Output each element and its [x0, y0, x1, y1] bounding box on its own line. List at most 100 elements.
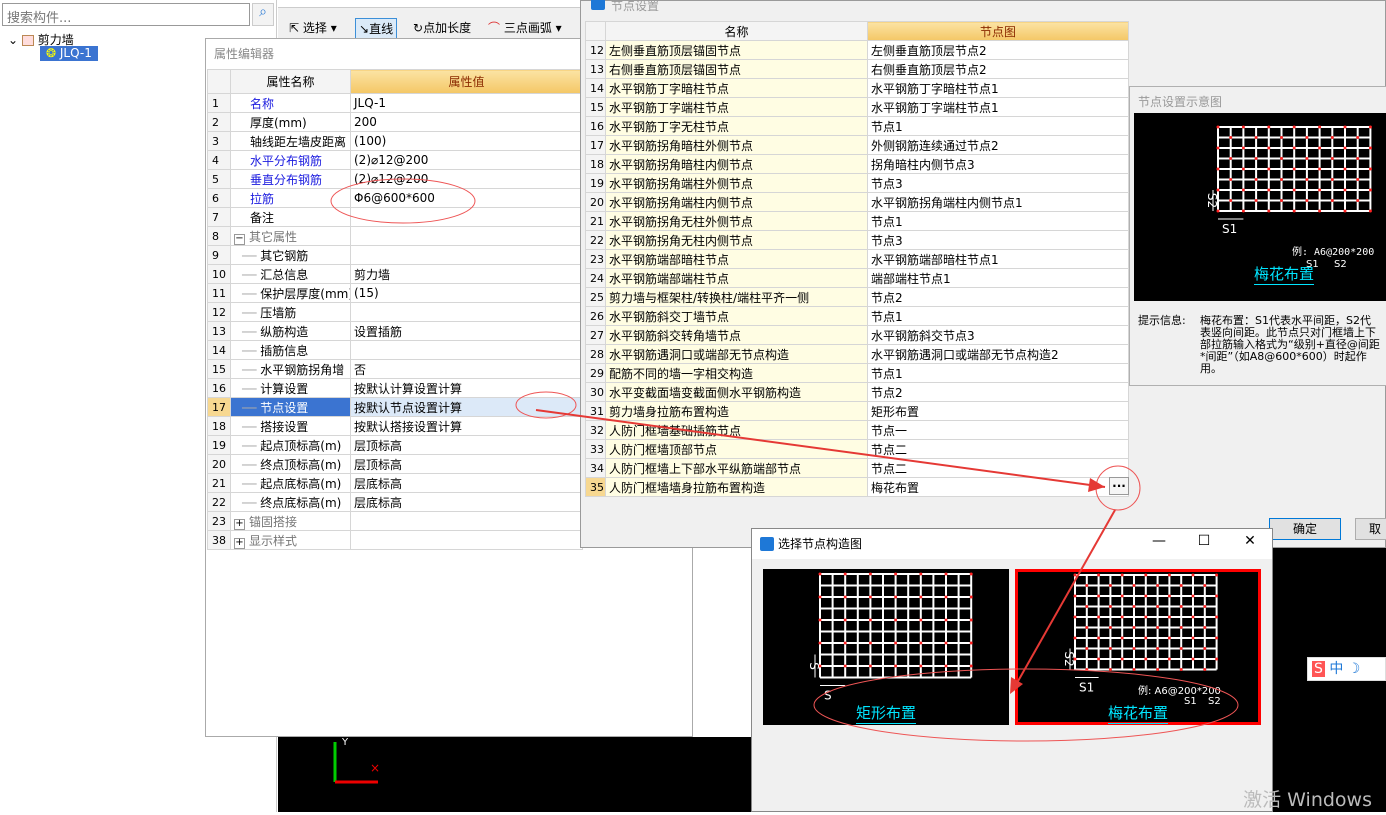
minimize-button[interactable]: — — [1144, 533, 1174, 549]
node-diagram-value[interactable]: 端部端柱节点1 — [867, 268, 1129, 288]
property-row[interactable]: 14 ── 插筋信息 — [207, 340, 583, 360]
option-rectangular[interactable]: S S 矩形布置 — [763, 569, 1009, 725]
property-value[interactable]: 按默认搭接设置计算 — [350, 416, 583, 436]
cancel-button[interactable]: 取 — [1355, 518, 1386, 540]
property-value[interactable]: 按默认节点设置计算 — [350, 397, 583, 417]
option-quincunx[interactable]: S1 S2 例: A6@200*200 S1 S2 梅花布置 — [1015, 569, 1261, 725]
property-row[interactable]: 38 + 显示样式 — [207, 530, 583, 550]
property-row[interactable]: 16 ── 计算设置 按默认计算设置计算 — [207, 378, 583, 398]
search-icon[interactable]: ⌕ — [252, 3, 274, 26]
property-row[interactable]: 23 + 锚固搭接 — [207, 511, 583, 531]
node-diagram-value[interactable]: 右侧垂直筋顶层节点2 — [867, 59, 1129, 79]
node-diagram-value[interactable]: 水平钢筋遇洞口或端部无节点构造2 — [867, 344, 1129, 364]
node-row[interactable]: 32 人防门框墙基础插筋节点 节点一 — [585, 420, 1129, 440]
property-row[interactable]: 10 ── 汇总信息 剪力墙 — [207, 264, 583, 284]
property-row[interactable]: 17 ── 节点设置 按默认节点设置计算 — [207, 397, 583, 417]
point-length-tool[interactable]: ↻点加长度 — [410, 18, 474, 40]
property-row[interactable]: 5 垂直分布钢筋 (2)⌀12@200 — [207, 169, 583, 189]
node-diagram-value[interactable]: 拐角暗柱内侧节点3 — [867, 154, 1129, 174]
node-row[interactable]: 16 水平钢筋丁字无柱节点 节点1 — [585, 116, 1129, 136]
property-value[interactable] — [350, 226, 583, 246]
tree-item-jlq1[interactable]: ❂ JLQ-1 — [40, 46, 98, 61]
property-row[interactable]: 3 轴线距左墙皮距离 (100) — [207, 131, 583, 151]
property-value[interactable]: 否 — [350, 359, 583, 379]
node-diagram-value[interactable]: 水平钢筋端部暗柱节点1 — [867, 249, 1129, 269]
chevron-down-icon[interactable]: ⌄ — [8, 33, 18, 47]
node-row[interactable]: 20 水平钢筋拐角端柱内侧节点 水平钢筋拐角端柱内侧节点1 — [585, 192, 1129, 212]
ime-toolbar[interactable]: S 中 ☽ — [1307, 657, 1386, 681]
node-row[interactable]: 28 水平钢筋遇洞口或端部无节点构造 水平钢筋遇洞口或端部无节点构造2 — [585, 344, 1129, 364]
node-row[interactable]: 29 配筋不同的墙一字相交构造 节点1 — [585, 363, 1129, 383]
property-row[interactable]: 8− 其它属性 — [207, 226, 583, 246]
node-row[interactable]: 34 人防门框墙上下部水平纵筋端部节点 节点二 — [585, 458, 1129, 478]
ok-button[interactable]: 确定 — [1269, 518, 1341, 540]
expand-icon[interactable]: + — [234, 537, 245, 549]
node-diagram-value[interactable]: 节点1 — [867, 306, 1129, 326]
property-row[interactable]: 7 备注 — [207, 207, 583, 227]
node-diagram-value[interactable]: 节点2 — [867, 382, 1129, 402]
property-value[interactable]: 层底标高 — [350, 492, 583, 512]
property-row[interactable]: 6 拉筋 Φ6@600*600 — [207, 188, 583, 208]
expand-icon[interactable]: + — [234, 518, 245, 530]
property-value[interactable]: 设置插筋 — [350, 321, 583, 341]
property-row[interactable]: 9 ── 其它钢筋 — [207, 245, 583, 265]
node-diagram-value[interactable]: 水平钢筋丁字暗柱节点1 — [867, 78, 1129, 98]
property-value[interactable] — [350, 530, 583, 550]
node-row[interactable]: 14 水平钢筋丁字暗柱节点 水平钢筋丁字暗柱节点1 — [585, 78, 1129, 98]
node-diagram-value[interactable]: 节点一 — [867, 420, 1129, 440]
line-tool[interactable]: ↘直线 — [355, 18, 398, 40]
property-value[interactable]: 200 — [350, 112, 583, 132]
node-diagram-value[interactable]: 节点1 — [867, 363, 1129, 383]
property-value[interactable] — [350, 245, 583, 265]
node-row[interactable]: 12 左侧垂直筋顶层锚固节点 左侧垂直筋顶层节点2 — [585, 40, 1129, 60]
node-diagram-value[interactable]: 左侧垂直筋顶层节点2 — [867, 40, 1129, 60]
node-diagram-value[interactable]: 节点二 — [867, 439, 1129, 459]
node-row[interactable]: 31 剪力墙身拉筋布置构造 矩形布置 — [585, 401, 1129, 421]
property-value[interactable] — [350, 511, 583, 531]
property-value[interactable]: 层顶标高 — [350, 435, 583, 455]
node-diagram-value[interactable]: 节点3 — [867, 173, 1129, 193]
node-row[interactable]: 22 水平钢筋拐角无柱内侧节点 节点3 — [585, 230, 1129, 250]
node-row[interactable]: 15 水平钢筋丁字端柱节点 水平钢筋丁字端柱节点1 — [585, 97, 1129, 117]
collapse-icon[interactable]: − — [234, 233, 245, 245]
ellipsis-button[interactable]: ... — [1109, 477, 1129, 495]
property-value[interactable]: 按默认计算设置计算 — [350, 378, 583, 398]
node-row[interactable]: 19 水平钢筋拐角端柱外侧节点 节点3 — [585, 173, 1129, 193]
search-input[interactable]: 搜索构件... — [2, 3, 250, 26]
property-row[interactable]: 18 ── 搭接设置 按默认搭接设置计算 — [207, 416, 583, 436]
node-diagram-value[interactable]: 水平钢筋丁字端柱节点1 — [867, 97, 1129, 117]
property-value[interactable]: (15) — [350, 283, 583, 303]
node-diagram-value[interactable]: 节点二 — [867, 458, 1129, 478]
property-row[interactable]: 22 ── 终点底标高(m) 层底标高 — [207, 492, 583, 512]
property-value[interactable]: (2)⌀12@200 — [350, 169, 583, 189]
node-diagram-value[interactable]: 节点1 — [867, 211, 1129, 231]
node-diagram-value[interactable]: 节点3 — [867, 230, 1129, 250]
node-row[interactable]: 25 剪力墙与框架柱/转换柱/端柱平齐一侧 节点2 — [585, 287, 1129, 307]
property-row[interactable]: 11 ── 保护层厚度(mm) (15) — [207, 283, 583, 303]
close-button[interactable]: ✕ — [1235, 533, 1265, 549]
node-row[interactable]: 26 水平钢筋斜交丁墙节点 节点1 — [585, 306, 1129, 326]
property-row[interactable]: 13 ── 纵筋构造 设置插筋 — [207, 321, 583, 341]
property-value[interactable]: 层顶标高 — [350, 454, 583, 474]
node-row[interactable]: 17 水平钢筋拐角暗柱外侧节点 外侧钢筋连续通过节点2 — [585, 135, 1129, 155]
node-diagram-value[interactable]: 节点2 — [867, 287, 1129, 307]
node-row[interactable]: 21 水平钢筋拐角无柱外侧节点 节点1 — [585, 211, 1129, 231]
property-value[interactable]: 剪力墙 — [350, 264, 583, 284]
node-row[interactable]: 35 人防门框墙墙身拉筋布置构造 梅花布置 — [585, 477, 1129, 497]
property-value[interactable] — [350, 340, 583, 360]
arc-tool[interactable]: ⌒ 三点画弧 ▾ — [485, 18, 565, 40]
node-row[interactable]: 33 人防门框墙顶部节点 节点二 — [585, 439, 1129, 459]
node-row[interactable]: 24 水平钢筋端部端柱节点 端部端柱节点1 — [585, 268, 1129, 288]
drawing-canvas[interactable]: Y × — [278, 737, 752, 812]
property-row[interactable]: 20 ── 终点顶标高(m) 层顶标高 — [207, 454, 583, 474]
node-diagram-value[interactable]: 水平钢筋斜交节点3 — [867, 325, 1129, 345]
node-diagram-value[interactable]: 节点1 — [867, 116, 1129, 136]
node-diagram-value[interactable]: 梅花布置 — [867, 477, 1129, 497]
property-row[interactable]: 4 水平分布钢筋 (2)⌀12@200 — [207, 150, 583, 170]
node-row[interactable]: 18 水平钢筋拐角暗柱内侧节点 拐角暗柱内侧节点3 — [585, 154, 1129, 174]
node-diagram-value[interactable]: 水平钢筋拐角端柱内侧节点1 — [867, 192, 1129, 212]
node-row[interactable]: 23 水平钢筋端部暗柱节点 水平钢筋端部暗柱节点1 — [585, 249, 1129, 269]
property-value[interactable]: JLQ-1 — [350, 93, 583, 113]
property-row[interactable]: 21 ── 起点底标高(m) 层底标高 — [207, 473, 583, 493]
select-tool[interactable]: ⇱ 选择 ▾ — [286, 18, 340, 40]
